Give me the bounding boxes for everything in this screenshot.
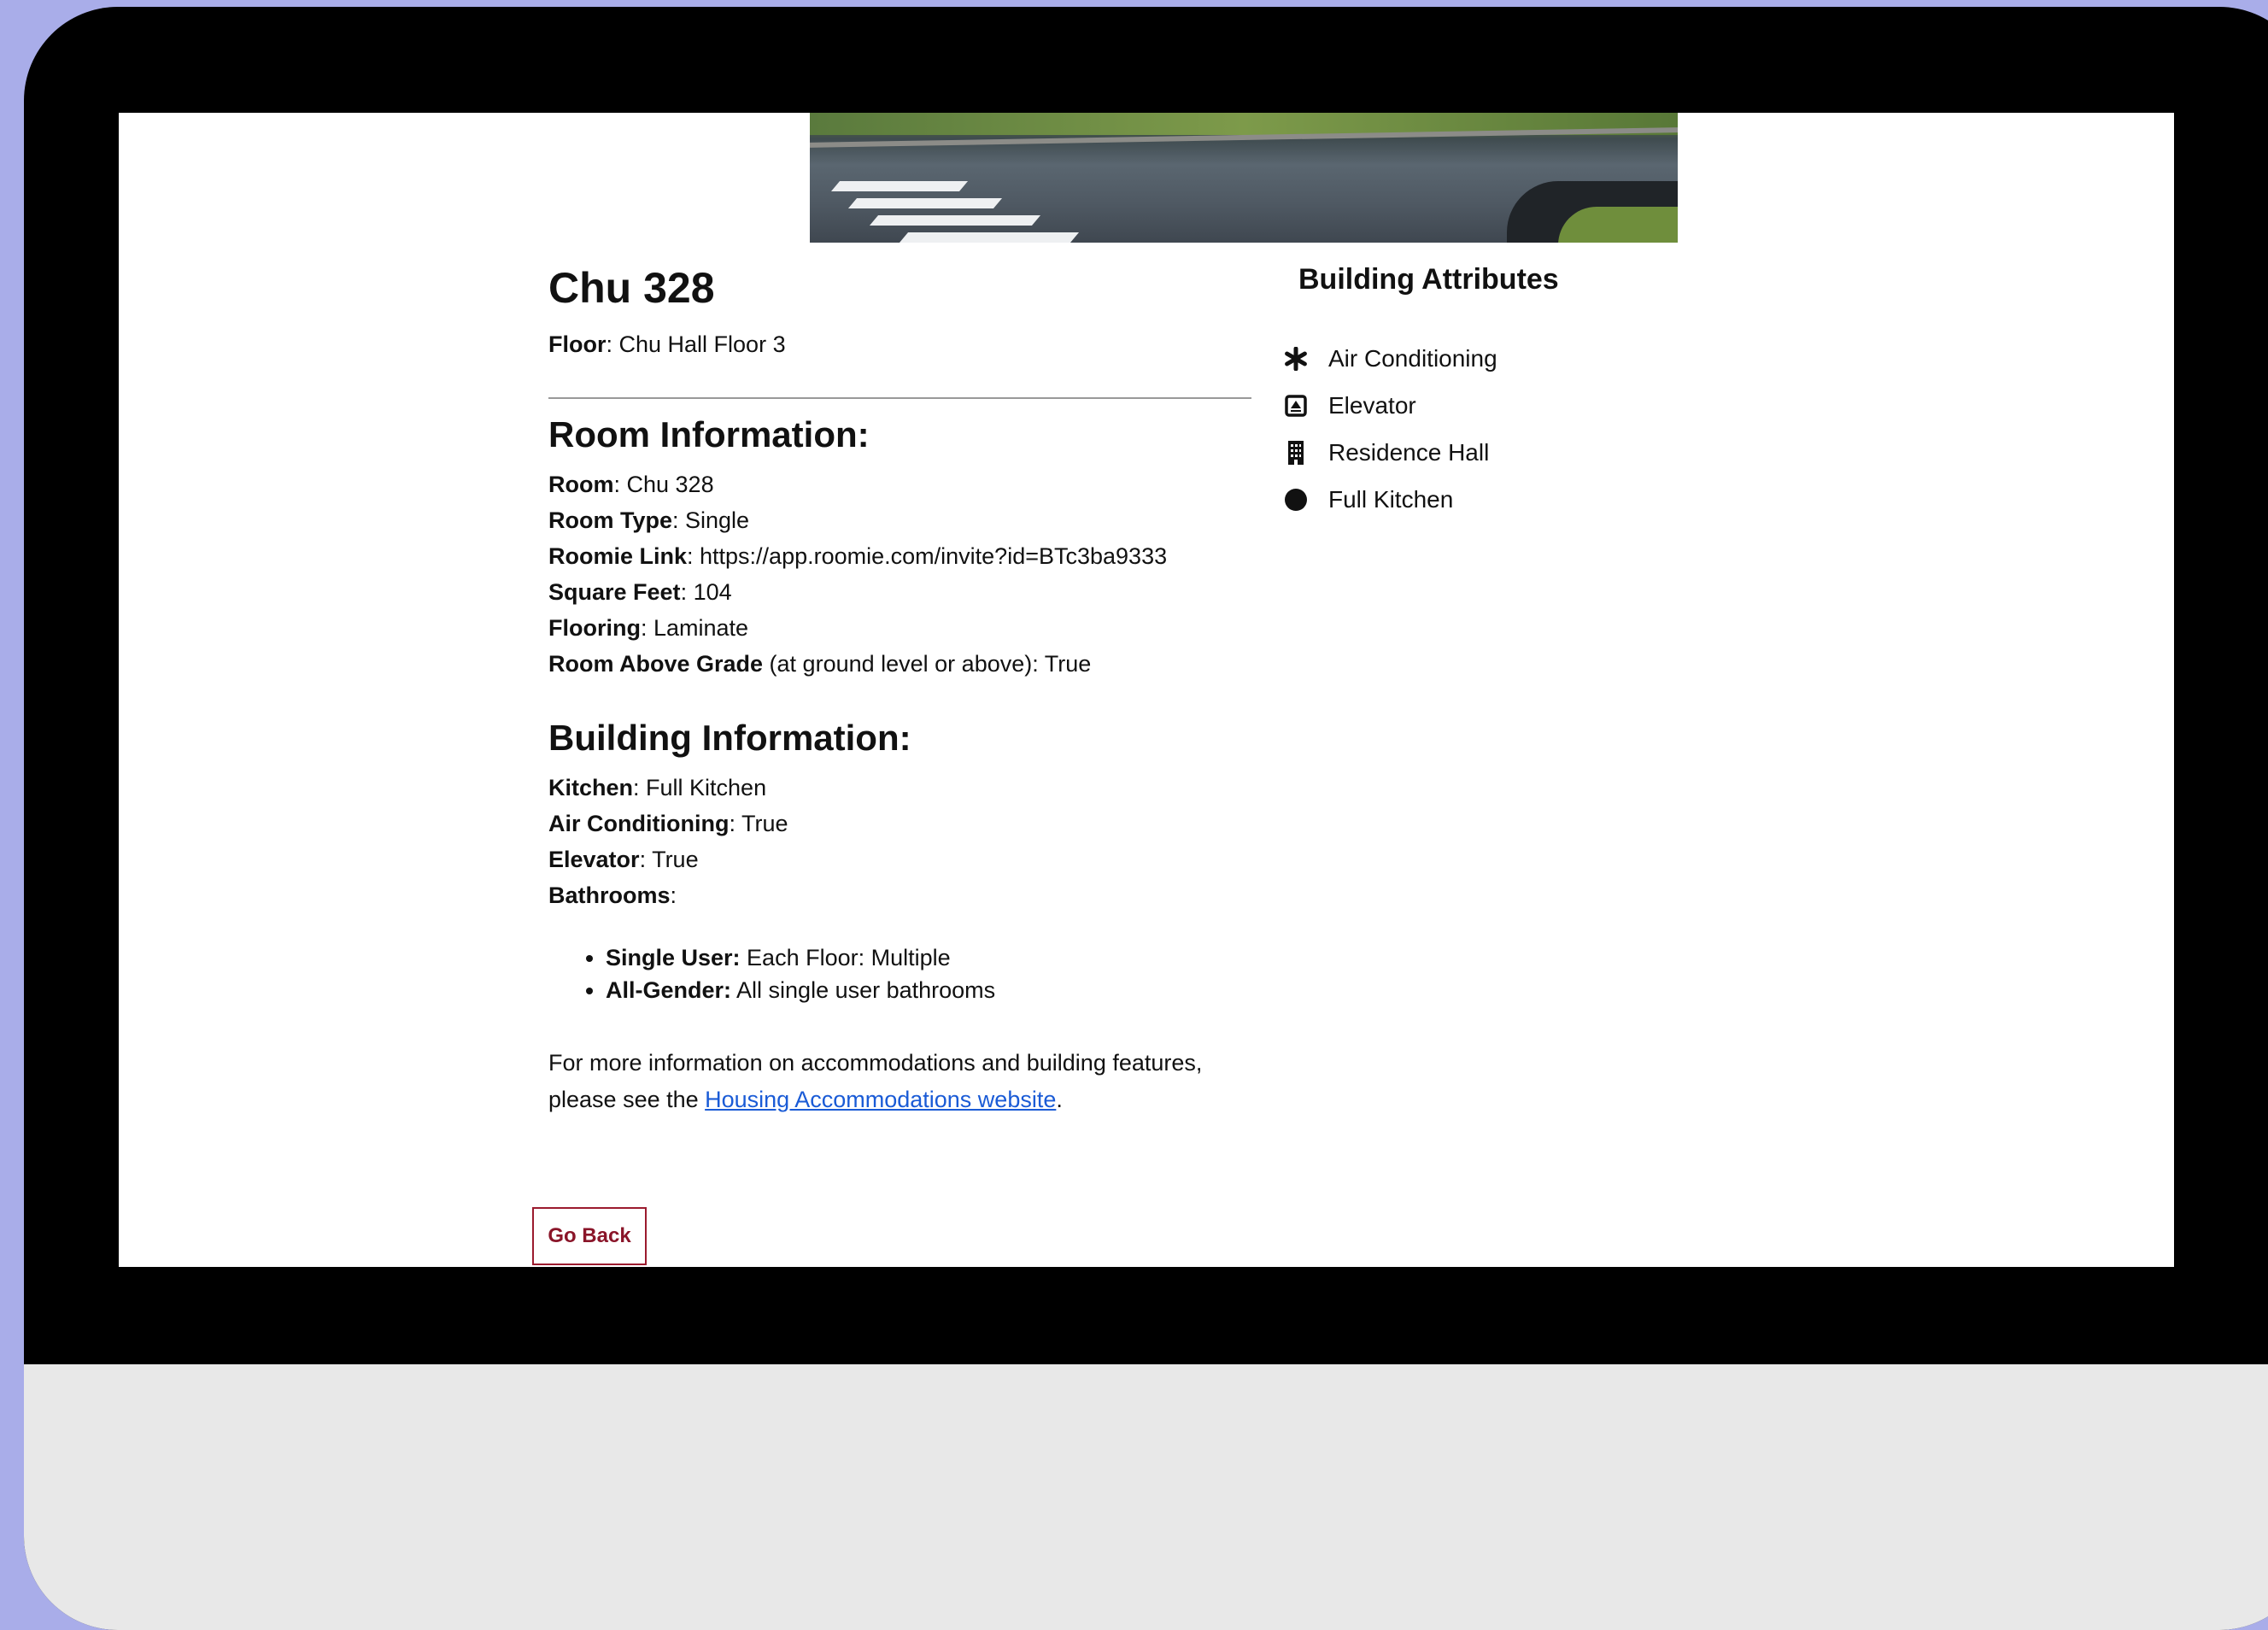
attribute-label: Elevator bbox=[1328, 391, 1416, 419]
room-info-row: Room: Chu 328 bbox=[548, 472, 714, 497]
building-info-heading: Building Information: bbox=[548, 718, 911, 758]
attribute-item: Elevator bbox=[1281, 382, 1497, 429]
elevator-icon bbox=[1281, 390, 1311, 421]
building-info-list: Kitchen: Full Kitchen Air Conditioning: … bbox=[548, 770, 788, 913]
room-info-row: Room Above Grade (at ground level or abo… bbox=[548, 651, 1092, 677]
asterisk-icon bbox=[1281, 343, 1311, 374]
monitor-chin bbox=[24, 1364, 2268, 1630]
attributes-heading: Building Attributes bbox=[1298, 263, 1559, 296]
floor-label: Floor bbox=[548, 331, 607, 357]
attribute-item: Residence Hall bbox=[1281, 429, 1497, 476]
room-info-row: Flooring: Laminate bbox=[548, 615, 749, 641]
divider bbox=[548, 397, 1251, 399]
attributes-list: Air Conditioning Elevator Residence Hall… bbox=[1281, 335, 1497, 523]
room-title: Chu 328 bbox=[548, 264, 715, 312]
attribute-label: Residence Hall bbox=[1328, 438, 1490, 466]
web-page: Chu 328 Floor: Chu Hall Floor 3 Room Inf… bbox=[119, 113, 2174, 1267]
room-info-row: Square Feet: 104 bbox=[548, 579, 732, 605]
housing-accommodations-link[interactable]: Housing Accommodations website bbox=[705, 1087, 1056, 1112]
building-photo bbox=[810, 113, 1678, 243]
room-info-heading: Room Information: bbox=[548, 414, 870, 454]
attribute-item: Full Kitchen bbox=[1281, 476, 1497, 523]
list-item: Single User: Each Floor: Multiple bbox=[606, 941, 995, 974]
accommodations-note: For more information on accommodations a… bbox=[548, 1050, 1203, 1112]
list-item: All-Gender: All single user bathrooms bbox=[606, 974, 995, 1006]
room-info-row: Room Type: Single bbox=[548, 507, 750, 533]
attribute-label: Full Kitchen bbox=[1328, 485, 1454, 513]
building-info-row: Kitchen: Full Kitchen bbox=[548, 775, 767, 800]
room-info-list: Room: Chu 328 Room Type: Single Roomie L… bbox=[548, 466, 1167, 682]
attribute-label: Air Conditioning bbox=[1328, 344, 1497, 372]
bathrooms-list: Single User: Each Floor: Multiple All-Ge… bbox=[580, 941, 995, 1006]
room-info-row: Roomie Link: https://app.roomie.com/invi… bbox=[548, 543, 1168, 569]
circle-icon bbox=[1281, 484, 1311, 515]
attribute-item: Air Conditioning bbox=[1281, 335, 1497, 382]
monitor-frame: Chu 328 Floor: Chu Hall Floor 3 Room Inf… bbox=[24, 7, 2268, 1630]
building-info-row: Air Conditioning: True bbox=[548, 811, 788, 836]
building-icon bbox=[1281, 437, 1311, 468]
building-info-row: Bathrooms: bbox=[548, 882, 677, 908]
building-info-row: Elevator: True bbox=[548, 847, 699, 872]
floor-line: Floor: Chu Hall Floor 3 bbox=[548, 326, 786, 362]
go-back-button[interactable]: Go Back bbox=[532, 1207, 647, 1265]
floor-value: : Chu Hall Floor 3 bbox=[606, 331, 786, 357]
